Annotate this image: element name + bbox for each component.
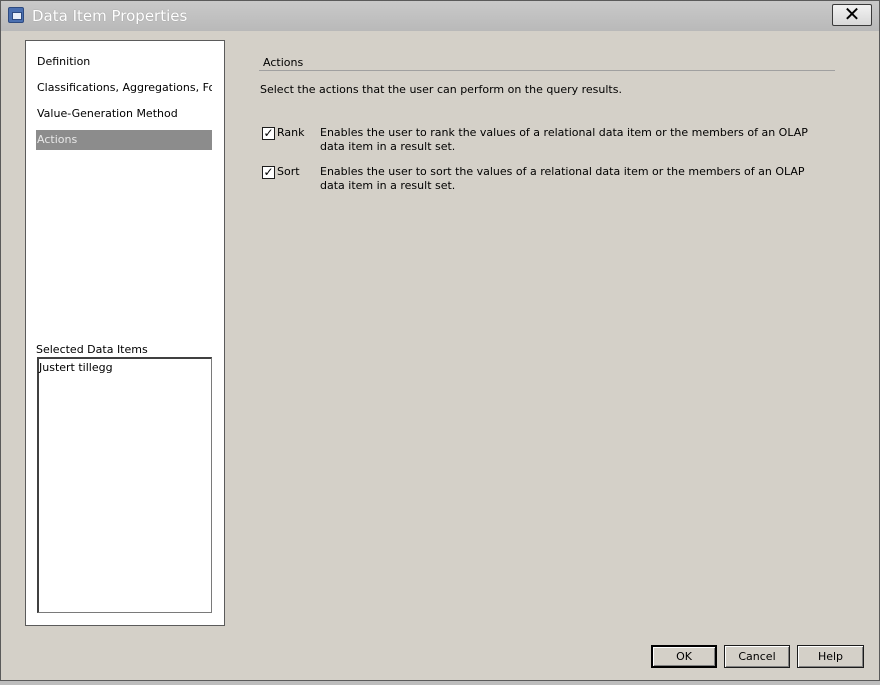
nav-item-classifications[interactable]: Classifications, Aggregations, For… — [36, 78, 212, 98]
sort-checkbox[interactable]: ✓ — [262, 166, 275, 179]
section-title: Actions — [263, 56, 304, 69]
selected-data-items-label: Selected Data Items — [36, 343, 148, 356]
close-button[interactable]: ✕ — [832, 4, 872, 26]
dialog-icon — [8, 7, 24, 23]
sort-label[interactable]: Sort — [277, 165, 300, 178]
title-bar[interactable]: Data Item Properties ✕ — [1, 1, 879, 31]
check-icon: ✓ — [263, 126, 274, 140]
rank-label[interactable]: Rank — [277, 126, 304, 139]
check-icon: ✓ — [263, 165, 274, 179]
close-icon: ✕ — [843, 2, 861, 26]
nav-item-actions[interactable]: Actions — [36, 130, 212, 150]
window-title: Data Item Properties — [32, 7, 188, 25]
rank-description: Enables the user to rank the values of a… — [320, 126, 808, 153]
dialog-window: Data Item Properties ✕ Definition Classi… — [0, 0, 880, 681]
cancel-button[interactable]: Cancel — [724, 645, 790, 668]
list-item[interactable]: Justert tillegg — [39, 361, 113, 374]
rank-checkbox[interactable]: ✓ — [262, 127, 275, 140]
nav-item-definition[interactable]: Definition — [36, 52, 212, 72]
navigation-panel: Definition Classifications, Aggregations… — [25, 40, 225, 626]
selected-data-items-list[interactable]: Justert tillegg — [37, 357, 212, 613]
intro-text: Select the actions that the user can per… — [260, 83, 622, 96]
section-divider — [259, 70, 835, 71]
ok-button[interactable]: OK — [651, 645, 717, 668]
nav-item-value-generation[interactable]: Value-Generation Method — [36, 104, 212, 124]
sort-description: Enables the user to sort the values of a… — [320, 165, 805, 192]
background-taskbar-strip — [0, 681, 880, 685]
help-button[interactable]: Help — [797, 645, 864, 668]
